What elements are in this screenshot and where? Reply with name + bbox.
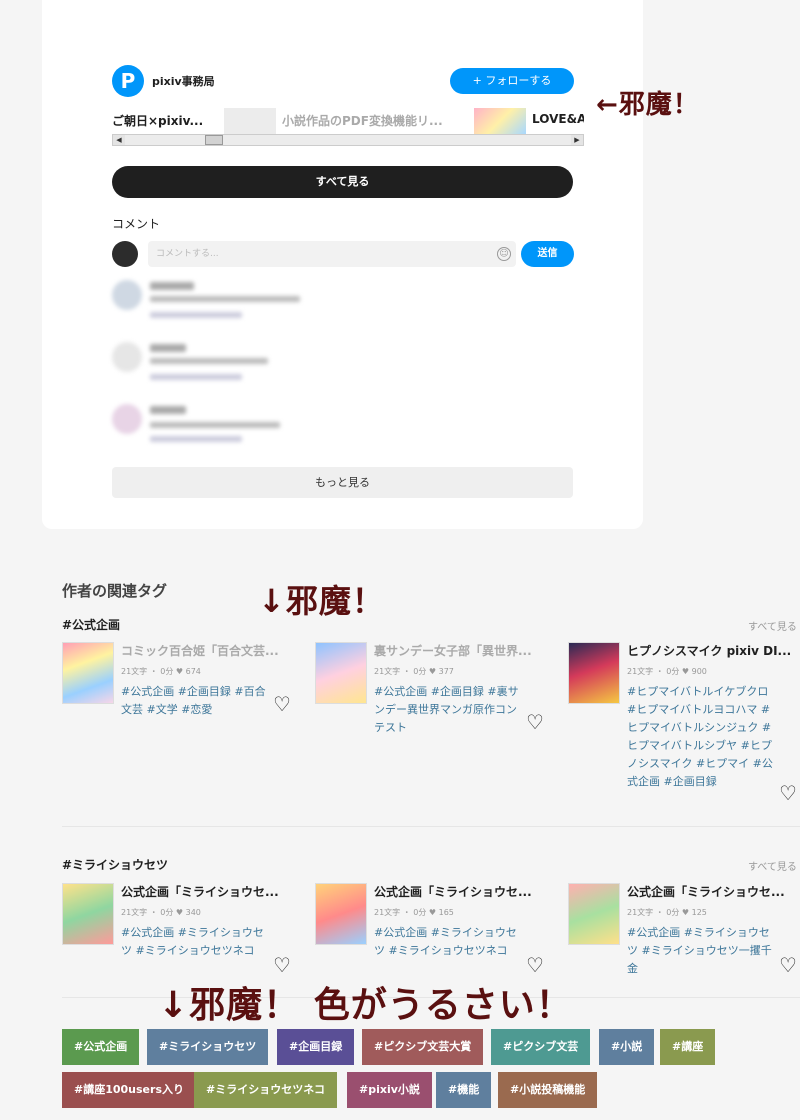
tag-chip[interactable]: #pixiv小説 — [347, 1072, 432, 1108]
strip-work-thumbnail[interactable] — [474, 108, 526, 134]
work-meta: 21文字 ・ 0分 ♥ 377 — [374, 667, 454, 676]
work-title[interactable]: コミック百合姫「百合文芸... — [121, 642, 296, 659]
work-tags[interactable]: #ヒプマイバトルイケブクロ #ヒプマイバトルヨコハマ #ヒプマイバトルシンジュク… — [627, 683, 773, 791]
tag-chip[interactable]: #企画目録 — [277, 1029, 355, 1065]
scroll-left-icon[interactable]: ◀ — [113, 135, 125, 145]
tag-group-title[interactable]: #公式企画 — [62, 616, 120, 633]
work-card-item[interactable]: 裏サンデー女子部「異世界... 21文字 ・ 0分 ♥ 377 #公式企画 #企… — [315, 642, 555, 822]
work-tags[interactable]: #公式企画 #企画目録 #百合文芸 #文学 #恋愛 — [121, 683, 267, 719]
section-title: 作者の関連タグ — [62, 582, 168, 600]
work-tags[interactable]: #公式企画 #ミライショウセツ #ミライショウセツネコ — [374, 924, 520, 960]
annotation-note: ↓邪魔！ 色がうるさい！ — [158, 985, 573, 1026]
heart-icon[interactable]: ♡ — [526, 712, 544, 732]
tag-chip[interactable]: #講座 — [660, 1029, 716, 1065]
work-title[interactable]: 公式企画「ミライショウセ... — [374, 883, 549, 900]
scroll-thumb[interactable] — [205, 135, 223, 145]
author-works-strip[interactable]: ご朝日×pixiv... 小説作品のPDF変換機能リ... LOVE&A ◀ ▶ — [112, 106, 584, 146]
work-cover[interactable] — [315, 642, 367, 704]
avatar — [112, 342, 142, 372]
work-title[interactable]: 公式企画「ミライショウセ... — [121, 883, 296, 900]
work-title[interactable]: 公式企画「ミライショウセ... — [627, 883, 800, 900]
annotation-note: ↓邪魔！ — [258, 582, 385, 620]
divider — [62, 826, 800, 827]
tag-chip[interactable]: #小説投稿機能 — [498, 1072, 598, 1108]
work-meta: 21文字 ・ 0分 ♥ 900 — [627, 667, 707, 676]
send-button[interactable]: 送信 — [521, 241, 574, 267]
work-cover[interactable] — [568, 883, 620, 945]
strip-work-title[interactable]: 小説作品のPDF変換機能リ... — [282, 112, 443, 129]
heart-icon[interactable]: ♡ — [779, 783, 797, 803]
heart-icon[interactable]: ♡ — [273, 955, 291, 975]
work-cover[interactable] — [62, 642, 114, 704]
work-tags[interactable]: #公式企画 #ミライショウセツ #ミライショウセツ一攫千金 — [627, 924, 773, 978]
tag-chip[interactable]: #ミライショウセツネコ — [194, 1072, 337, 1108]
work-tags[interactable]: #公式企画 #企画目録 #裏サンデー異世界マンガ原作コンテスト — [374, 683, 520, 737]
comment-input[interactable]: コメントする... — [148, 241, 516, 267]
heart-icon[interactable]: ♡ — [526, 955, 544, 975]
pixiv-logo-icon[interactable]: P — [112, 65, 144, 97]
avatar — [112, 404, 142, 434]
work-meta: 21文字 ・ 0分 ♥ 674 — [121, 667, 201, 676]
follow-button[interactable]: + フォローする — [450, 68, 574, 94]
tag-chip[interactable]: #ピクシブ文芸大賞 — [362, 1029, 484, 1065]
tag-group-title[interactable]: #ミライショウセツ — [62, 856, 168, 873]
author-row: P pixiv事務局 + フォローする — [112, 65, 574, 97]
work-tags[interactable]: #公式企画 #ミライショウセツ #ミライショウセツネコ — [121, 924, 267, 960]
work-cover[interactable] — [568, 642, 620, 704]
comment-form: コメントする... ☺ 送信 — [112, 241, 574, 267]
tag-chip[interactable]: #ミライショウセツ — [147, 1029, 269, 1065]
comment-item — [112, 280, 412, 320]
work-cover[interactable] — [315, 883, 367, 945]
work-title[interactable]: ヒプノシスマイク pixiv DI... — [627, 642, 800, 659]
tag-chip[interactable]: #公式企画 — [62, 1029, 140, 1065]
avatar — [112, 280, 142, 310]
work-meta: 21文字 ・ 0分 ♥ 340 — [121, 908, 201, 917]
tag-chip[interactable]: #機能 — [436, 1072, 492, 1108]
annotation-note: ←邪魔！ — [596, 90, 700, 120]
strip-work-thumbnail[interactable] — [224, 108, 276, 134]
work-card-item[interactable]: 公式企画「ミライショウセ... 21文字 ・ 0分 ♥ 125 #公式企画 #ミ… — [568, 883, 800, 993]
author-name[interactable]: pixiv事務局 — [152, 73, 215, 89]
tag-chip[interactable]: #講座100users入り — [62, 1072, 196, 1108]
strip-work-title[interactable]: ご朝日×pixiv... — [112, 112, 203, 129]
strip-scrollbar[interactable]: ◀ ▶ — [112, 134, 584, 146]
heart-icon[interactable]: ♡ — [273, 694, 291, 714]
strip-work-title[interactable]: LOVE&A — [532, 112, 584, 126]
heart-icon[interactable]: ♡ — [779, 955, 797, 975]
tag-chip[interactable]: #小説 — [599, 1029, 655, 1065]
comment-item — [112, 404, 412, 444]
tag-chip[interactable]: #ピクシブ文芸 — [491, 1029, 591, 1065]
more-comments-button[interactable]: もっと見る — [112, 467, 573, 498]
see-all-link[interactable]: すべて見る — [748, 858, 797, 873]
avatar — [112, 241, 138, 267]
work-meta: 21文字 ・ 0分 ♥ 165 — [374, 908, 454, 917]
comments-heading: コメント — [112, 217, 161, 231]
work-title[interactable]: 裏サンデー女子部「異世界... — [374, 642, 549, 659]
work-card-item[interactable]: ヒプノシスマイク pixiv DI... 21文字 ・ 0分 ♥ 900 #ヒプ… — [568, 642, 800, 812]
work-cover[interactable] — [62, 883, 114, 945]
scroll-right-icon[interactable]: ▶ — [571, 135, 583, 145]
see-all-button[interactable]: すべて見る — [112, 166, 573, 198]
emoji-icon[interactable]: ☺ — [497, 247, 511, 261]
see-all-link[interactable]: すべて見る — [748, 618, 797, 633]
work-meta: 21文字 ・ 0分 ♥ 125 — [627, 908, 707, 917]
comment-item — [112, 342, 412, 382]
work-card-item[interactable]: コミック百合姫「百合文芸... 21文字 ・ 0分 ♥ 674 #公式企画 #企… — [62, 642, 302, 822]
